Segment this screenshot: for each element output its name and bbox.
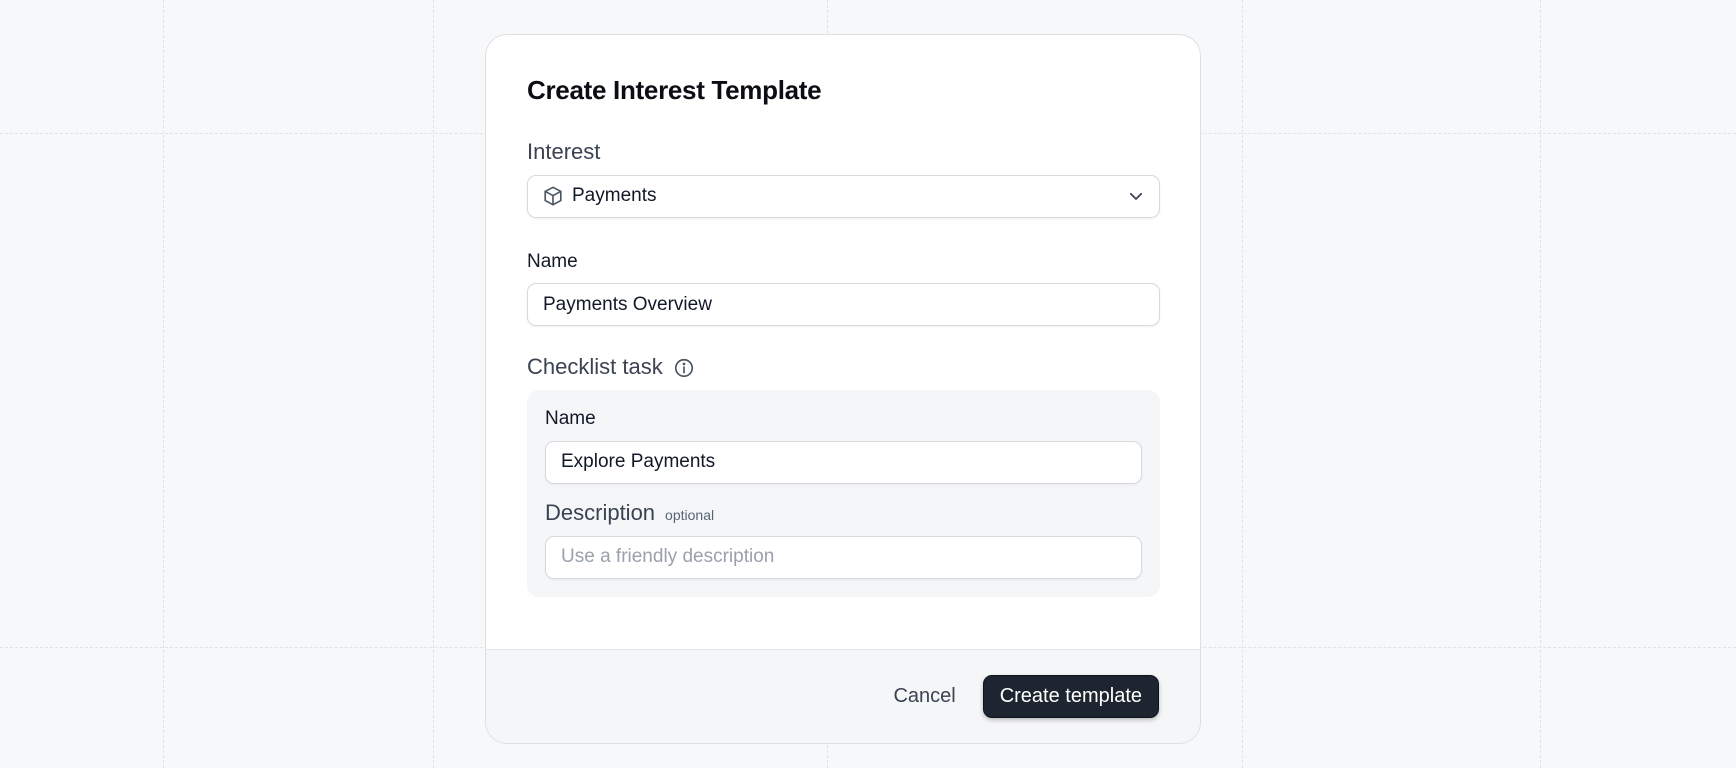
background-grid-line bbox=[1242, 0, 1243, 768]
checklist-task-header: Checklist task bbox=[527, 354, 1159, 380]
cancel-button[interactable]: Cancel bbox=[893, 685, 955, 708]
task-name-label: Name bbox=[545, 407, 596, 429]
name-input[interactable]: Payments Overview bbox=[527, 283, 1160, 327]
chevron-down-icon bbox=[1127, 187, 1145, 205]
background-grid-line bbox=[433, 0, 434, 768]
optional-tag: optional bbox=[665, 506, 715, 523]
interest-label: Interest bbox=[527, 139, 601, 165]
cube-icon bbox=[542, 185, 564, 207]
name-label: Name bbox=[527, 250, 578, 272]
dialog-body: Create Interest Template Interest Paymen… bbox=[486, 35, 1200, 597]
task-name-input[interactable]: Explore Payments bbox=[545, 440, 1142, 484]
description-header: Description optional bbox=[545, 500, 1142, 526]
dialog-footer: Cancel Create template bbox=[486, 649, 1200, 743]
info-icon[interactable] bbox=[673, 357, 695, 379]
name-field-group: Name Payments Overview bbox=[527, 250, 1160, 327]
checklist-task-label: Checklist task bbox=[527, 354, 663, 380]
create-template-button[interactable]: Create template bbox=[982, 675, 1159, 718]
description-label: Description bbox=[545, 499, 656, 525]
background-grid-line bbox=[1540, 0, 1541, 768]
interest-selected-value: Payments bbox=[572, 185, 657, 207]
create-interest-template-dialog: Create Interest Template Interest Paymen… bbox=[485, 34, 1201, 744]
description-input[interactable]: Use a friendly description bbox=[545, 535, 1142, 579]
background-grid-line bbox=[163, 0, 164, 768]
interest-select[interactable]: Payments bbox=[527, 174, 1160, 218]
checklist-task-panel: Name Explore Payments Description option… bbox=[527, 389, 1160, 597]
dialog-title: Create Interest Template bbox=[527, 75, 822, 105]
